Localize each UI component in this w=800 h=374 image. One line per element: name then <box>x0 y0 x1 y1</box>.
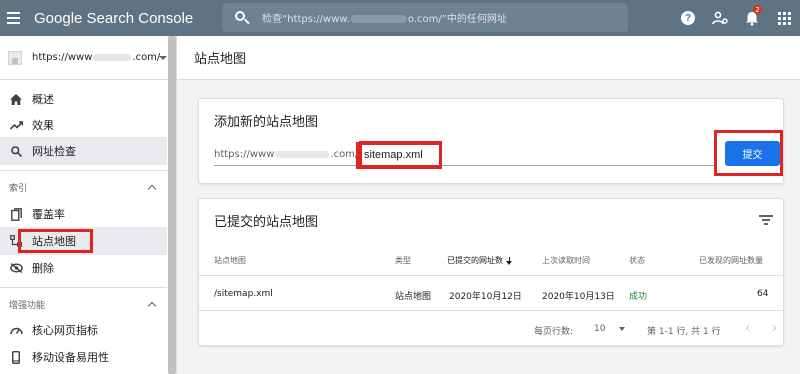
pagination-range: 第 1-1 行, 共 1 行 <box>647 327 721 337</box>
removals-icon <box>6 258 26 278</box>
redacted-domain <box>93 54 132 61</box>
trending-up-icon <box>6 115 26 135</box>
search-icon <box>235 10 250 25</box>
menu-icon[interactable] <box>0 0 26 36</box>
highlight-sitemaps-nav <box>18 229 93 253</box>
url-inspection-search[interactable]: 检查“https://www. o.com/”中的任何网址 <box>222 3 628 32</box>
previous-page-icon[interactable]: ‹ <box>745 322 755 335</box>
highlight-sitemap-input <box>356 142 442 169</box>
sidebar-item-overview[interactable]: 概述 <box>0 85 167 113</box>
chevron-up-icon <box>147 184 157 193</box>
notification-badge: 2 <box>753 5 762 14</box>
sidebar-item-mobile-usability[interactable]: 移动设备易用性 <box>0 343 167 371</box>
column-header-discovered-urls[interactable]: 已发现的网址数量 <box>699 255 763 266</box>
cell-last-read: 2020年10月13日 <box>542 292 615 302</box>
add-sitemap-card: 添加新的站点地图 https://www .com/ sitemap.xml 提交 <box>198 98 784 184</box>
column-header-sitemap[interactable]: 站点地图 <box>214 255 246 266</box>
cell-status: 成功 <box>629 292 648 302</box>
speed-icon <box>6 320 26 340</box>
property-selector[interactable]: https://www .com/ <box>0 36 176 80</box>
notifications-icon[interactable]: 2 <box>736 0 768 36</box>
page-header: 站点地图 <box>177 36 800 80</box>
property-icon <box>8 50 22 65</box>
column-header-last-read[interactable]: 上次读取时间 <box>542 255 590 266</box>
account-settings-icon[interactable] <box>704 0 736 36</box>
rows-per-page-select[interactable]: 10 <box>594 324 626 334</box>
submitted-sitemaps-title: 已提交的站点地图 <box>214 215 319 230</box>
sidebar-divider <box>0 170 167 171</box>
sort-arrow-down-icon <box>506 257 512 265</box>
sidebar-item-url-inspection[interactable]: 网址检查 <box>0 137 167 165</box>
add-sitemap-title: 添加新的站点地图 <box>214 115 319 130</box>
column-header-status[interactable]: 状态 <box>629 255 645 266</box>
home-icon <box>6 89 26 109</box>
cell-type: 站点地图 <box>395 292 432 302</box>
section-header-enhancements[interactable]: 增强功能 <box>0 292 167 316</box>
sidebar-item-coverage[interactable]: 覆盖率 <box>0 200 167 228</box>
sidebar-divider <box>0 287 167 288</box>
search-icon <box>6 141 26 161</box>
section-header-index[interactable]: 索引 <box>0 175 167 199</box>
apps-icon[interactable] <box>768 0 800 36</box>
cell-submitted: 2020年10月12日 <box>449 292 522 302</box>
cell-discovered: 64 <box>757 289 769 299</box>
search-placeholder: 检查“https://www. o.com/”中的任何网址 <box>262 14 507 25</box>
dropdown-arrow-icon <box>619 327 626 331</box>
redacted-domain <box>350 15 407 23</box>
sitemap-url-prefix: https://www .com/ <box>214 149 359 160</box>
property-url: https://www .com/ <box>32 52 161 63</box>
sidebar-item-performance[interactable]: 效果 <box>0 111 167 139</box>
redacted-domain <box>275 151 330 158</box>
column-header-type[interactable]: 类型 <box>395 255 411 266</box>
chevron-up-icon <box>147 301 157 310</box>
sidebar-scrollbar[interactable] <box>168 36 176 374</box>
app-title: Google Search Console <box>34 9 194 27</box>
table-divider <box>199 275 783 276</box>
coverage-icon <box>6 204 26 224</box>
help-icon[interactable]: ? <box>672 0 704 36</box>
sidebar-item-removals[interactable]: 删除 <box>0 254 167 282</box>
input-underline <box>214 165 714 166</box>
chevron-down-icon[interactable] <box>159 56 167 60</box>
smartphone-icon <box>6 347 26 367</box>
filter-icon[interactable] <box>759 215 773 225</box>
cell-sitemap: /sitemap.xml <box>214 289 273 299</box>
table-divider <box>199 310 783 311</box>
rows-per-page-label: 每页行数: <box>534 327 574 337</box>
page-title: 站点地图 <box>194 52 247 67</box>
column-header-submitted-urls[interactable]: 已提交的网址数 <box>447 255 512 266</box>
next-page-icon[interactable]: › <box>772 322 782 335</box>
sidebar-item-core-web-vitals[interactable]: 核心网页指标 <box>0 316 167 344</box>
submit-button[interactable]: 提交 <box>725 141 780 166</box>
submitted-sitemaps-card: 已提交的站点地图 站点地图 类型 已提交的网址数 上次读取时间 状态 已发现的网… <box>198 198 784 346</box>
top-app-bar: Google Search Console 检查“https://www. o.c… <box>0 0 800 36</box>
